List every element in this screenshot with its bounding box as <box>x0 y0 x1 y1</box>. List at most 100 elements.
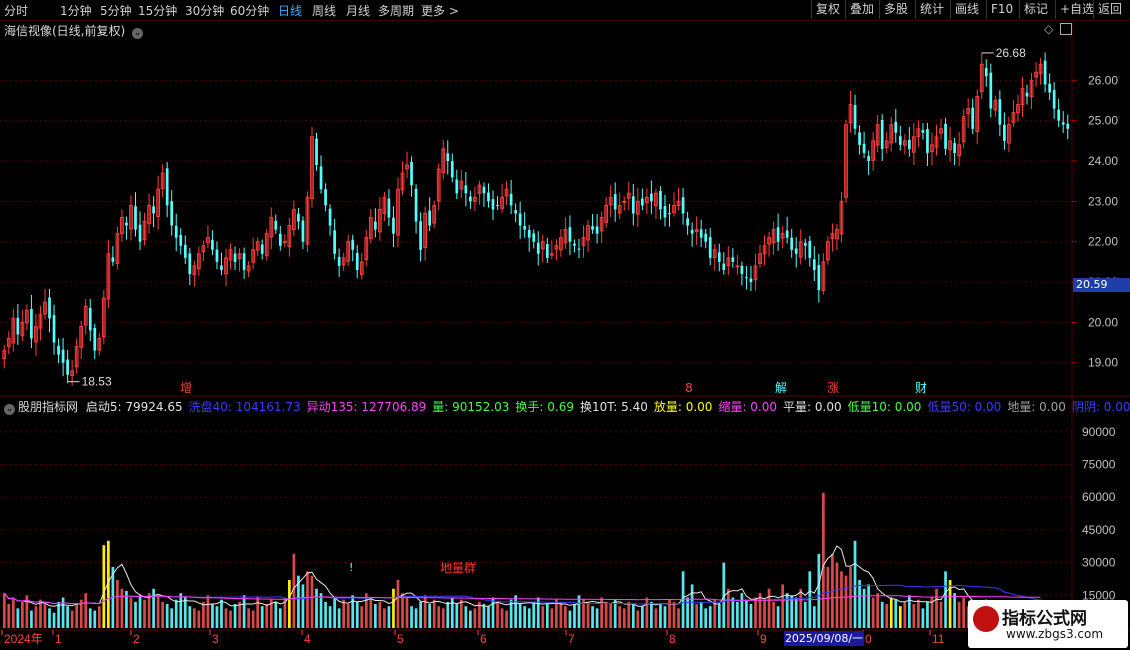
candle-body <box>301 220 305 242</box>
volume-bar <box>197 610 201 628</box>
candle-body <box>953 143 956 153</box>
candle-body <box>518 213 522 226</box>
candle-body <box>862 143 866 153</box>
chevron-down-icon[interactable]: ⌄ <box>4 404 15 415</box>
candle-body <box>708 237 712 258</box>
candle-body <box>324 189 327 206</box>
panel-toggle-icon[interactable] <box>1060 23 1072 35</box>
volume-bar <box>736 601 739 628</box>
volume-bar <box>794 597 798 628</box>
period-tab-1[interactable]: 1分钟 <box>60 2 92 19</box>
volume-bar <box>889 597 893 628</box>
toolbar-action-8[interactable]: 返回 <box>1093 0 1126 19</box>
main-chart-title[interactable]: 海信视像(日线,前复权) ⌄ <box>4 22 144 39</box>
volume-bar <box>238 601 241 628</box>
candle-body <box>984 68 988 77</box>
period-tab-5[interactable]: 60分钟 <box>230 2 269 19</box>
low-price-label: 18.53 <box>82 375 112 389</box>
legend-item-11: 地量: 0.00 <box>1007 400 1066 414</box>
candle-body <box>170 201 174 226</box>
volume-bar <box>645 597 649 628</box>
chevron-down-icon[interactable]: ⌄ <box>132 28 144 39</box>
period-tab-7[interactable]: 周线 <box>312 2 336 19</box>
period-tab-4[interactable]: 30分钟 <box>185 2 224 19</box>
candle-body <box>319 166 323 190</box>
volume-bar <box>518 604 522 628</box>
candle-body <box>998 99 1002 125</box>
volume-bar <box>704 608 708 628</box>
volume-bar <box>559 601 563 628</box>
event-marker-1: 8 <box>685 381 693 395</box>
candle-body <box>785 230 789 238</box>
volume-bar <box>573 604 576 628</box>
volume-bar <box>315 588 318 628</box>
candle-body <box>242 253 246 270</box>
period-tab-8[interactable]: 月线 <box>346 2 370 19</box>
candle-body <box>464 185 468 194</box>
volume-bar <box>220 599 223 628</box>
time-axis-label-3: 3 <box>212 632 219 646</box>
toolbar-action-2[interactable]: 多股 <box>879 0 912 19</box>
volume-bar <box>337 608 341 628</box>
watermark-url: www.zbgs3.com <box>1006 627 1104 641</box>
candle-body <box>1048 83 1051 93</box>
toolbar-action-4[interactable]: 画线 <box>950 0 983 19</box>
volume-bar <box>188 606 192 628</box>
candle-body <box>165 168 169 206</box>
volume-bar <box>324 601 327 628</box>
volume-bar <box>944 571 947 628</box>
period-tab-6[interactable]: 日线 <box>278 2 302 19</box>
time-axis-label-6: 6 <box>480 632 487 646</box>
period-tab-0[interactable]: 分时 <box>4 2 28 19</box>
time-axis-label-0: 2024年 <box>4 632 43 646</box>
candle-body <box>233 253 237 262</box>
volume-bar <box>586 601 590 628</box>
toolbar-action-7[interactable]: +自选 <box>1055 0 1098 19</box>
toolbar-action-0[interactable]: 复权 <box>811 0 844 19</box>
volume-bar <box>369 597 373 628</box>
volume-bar <box>636 610 640 628</box>
volume-bar <box>640 606 644 628</box>
volume-bar <box>717 604 721 628</box>
legend-item-5: 换10T: 5.40 <box>580 400 648 414</box>
toolbar-action-1[interactable]: 叠加 <box>845 0 878 19</box>
settings-diamond-icon[interactable]: ◇ <box>1044 22 1053 36</box>
volume-bar <box>306 571 309 628</box>
stock-title: 海信视像(日线,前复权) <box>4 24 126 38</box>
candle-body <box>134 206 137 230</box>
volume-bar <box>500 608 504 628</box>
volume-bar <box>432 599 436 628</box>
volume-tick-label: 75000 <box>1082 458 1116 472</box>
toolbar-action-6[interactable]: 标记 <box>1019 0 1052 19</box>
legend-item-1: 洗盘40: 104161.73 <box>188 400 301 414</box>
volume-bar <box>43 604 47 628</box>
time-axis-label-4: 4 <box>304 632 311 646</box>
period-tab-10[interactable]: 更多 > <box>421 2 459 19</box>
candle-body <box>410 161 413 186</box>
period-tab-3[interactable]: 15分钟 <box>138 2 177 19</box>
candle-body <box>704 233 708 242</box>
legend-item-3: 量: 90152.03 <box>432 400 510 414</box>
period-tab-2[interactable]: 5分钟 <box>100 2 132 19</box>
volume-bar <box>224 608 228 628</box>
volume-bar <box>745 599 748 628</box>
toolbar-action-5[interactable]: F10 <box>986 0 1017 19</box>
volume-bar <box>844 575 848 628</box>
period-tab-9[interactable]: 多周期 <box>378 2 414 19</box>
candle-body <box>595 226 599 234</box>
candle-body <box>749 278 753 283</box>
volume-bar <box>179 593 183 628</box>
volume-bar <box>862 588 866 628</box>
price-tick-label: 23.00 <box>1088 194 1118 208</box>
volume-bar <box>21 601 24 628</box>
kline-chart[interactable]: 26.0025.0024.0023.0022.0021.0020.0019.00… <box>0 0 1130 650</box>
candle-body <box>514 210 517 214</box>
volume-bar <box>939 601 943 628</box>
volume-bar <box>903 601 907 628</box>
candle-body <box>622 200 627 203</box>
volume-bar <box>568 610 572 628</box>
candle-body <box>731 257 735 262</box>
candle-body <box>355 252 359 270</box>
indicator-name[interactable]: 股朋指标网 <box>18 400 78 414</box>
toolbar-action-3[interactable]: 统计 <box>915 0 948 19</box>
